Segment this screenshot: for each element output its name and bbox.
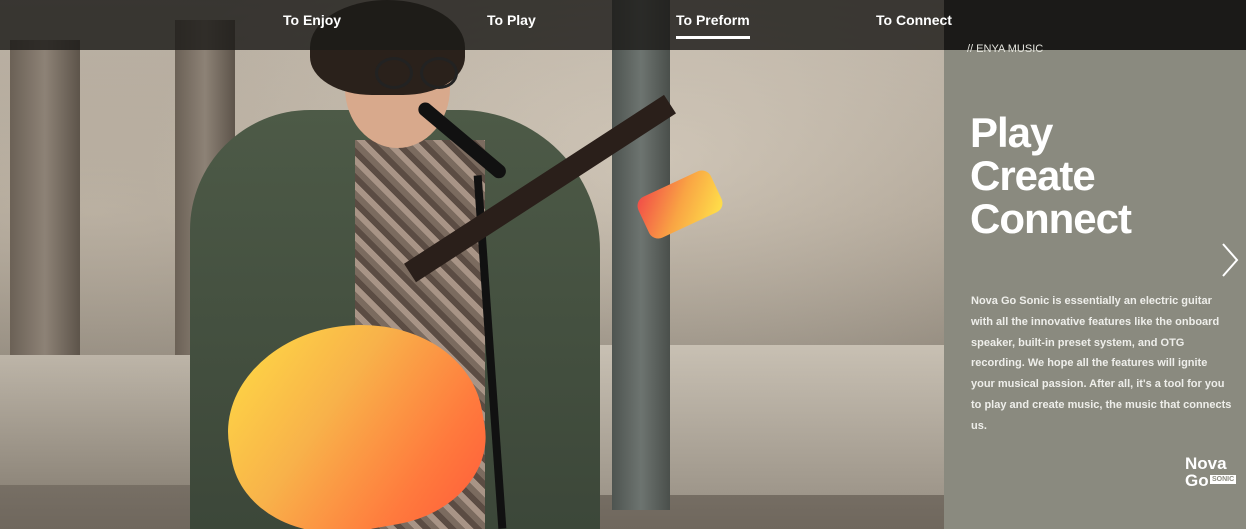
- nav-item-to-enjoy[interactable]: To Enjoy: [283, 12, 341, 28]
- logo-badge: SONIC: [1210, 475, 1237, 484]
- hero-line-create: Create: [970, 152, 1096, 199]
- nova-go-sonic-logo: Nova Go SONIC: [1183, 455, 1241, 493]
- chevron-right-icon[interactable]: [1218, 240, 1242, 280]
- product-description: Nova Go Sonic is essentially an electric…: [971, 295, 1232, 432]
- hero-line-play: Play: [970, 109, 1053, 156]
- lamp-post: [612, 0, 670, 510]
- background-tree: [10, 40, 80, 370]
- logo-line2: Go: [1185, 471, 1209, 490]
- brand-label: // ENYA MUSIC: [967, 43, 1044, 55]
- logo-line1: Nova: [1185, 454, 1227, 473]
- nav-item-to-connect[interactable]: To Connect: [876, 12, 952, 28]
- nav-item-to-preform[interactable]: To Preform: [676, 12, 750, 39]
- hero-heading: Play Create Connect: [970, 109, 1132, 242]
- hero-photo: [0, 0, 944, 529]
- hero-line-connect: Connect: [970, 195, 1132, 242]
- top-navigation: To Enjoy To Play To Preform To Connect: [0, 0, 1246, 50]
- nav-item-to-play[interactable]: To Play: [487, 12, 536, 28]
- glasses: [375, 57, 460, 89]
